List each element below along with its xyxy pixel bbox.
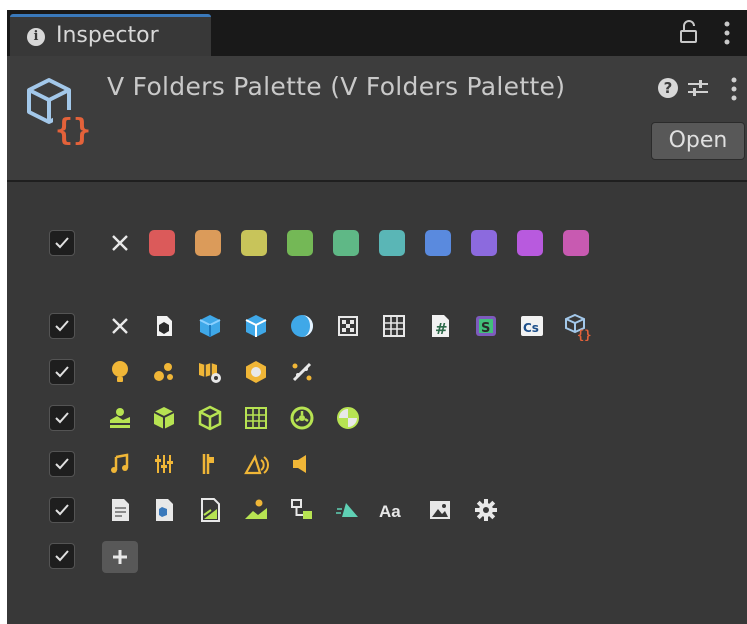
add-row — [7, 538, 747, 574]
color-swatch[interactable] — [517, 230, 543, 256]
cube-icon[interactable] — [195, 311, 225, 341]
wheel-icon[interactable] — [287, 403, 317, 433]
open-button[interactable]: Open — [651, 122, 745, 160]
scriptable-object-icon[interactable]: {} — [563, 311, 593, 342]
row-checkbox[interactable] — [49, 497, 75, 523]
color-swatch[interactable] — [563, 230, 589, 256]
svg-text:{}: {} — [577, 328, 591, 341]
cs-glyph: Cs — [523, 321, 539, 335]
audio-listener-icon[interactable] — [241, 449, 271, 479]
prefab-icon[interactable] — [149, 311, 179, 341]
cube-variant-icon[interactable] — [241, 311, 271, 341]
color-swatch[interactable] — [379, 230, 405, 256]
settings-gear-icon[interactable] — [471, 495, 501, 525]
none-icon[interactable] — [105, 228, 135, 258]
hash-glyph: # — [435, 320, 448, 338]
color-swatch[interactable] — [287, 230, 313, 256]
sparkle-icon[interactable] — [287, 357, 317, 387]
landscape-icon[interactable] — [241, 495, 271, 525]
plus-icon — [113, 550, 127, 564]
color-swatch[interactable] — [149, 230, 175, 256]
hierarchy-icon[interactable] — [287, 495, 317, 525]
light-icon[interactable] — [105, 357, 135, 387]
texture-icon[interactable] — [333, 311, 363, 341]
row-checkbox[interactable] — [49, 230, 75, 256]
row-checkbox[interactable] — [49, 405, 75, 431]
none-icon[interactable] — [105, 311, 135, 341]
icon-row: Aa — [7, 492, 747, 528]
color-swatch[interactable] — [241, 230, 267, 256]
image-doc-icon[interactable] — [195, 495, 225, 525]
text-file-icon[interactable] — [105, 495, 135, 525]
particle-icon[interactable] — [149, 357, 179, 387]
tab-title: Inspector — [56, 23, 159, 48]
document-icon[interactable] — [149, 495, 179, 525]
preset-sliders-icon[interactable] — [686, 76, 710, 100]
row-checkbox[interactable] — [49, 359, 75, 385]
row-checkbox[interactable] — [49, 451, 75, 477]
kebab-menu-icon[interactable] — [723, 20, 731, 52]
color-swatch[interactable] — [195, 230, 221, 256]
audio-source-icon[interactable] — [195, 449, 225, 479]
grid-icon[interactable] — [379, 311, 409, 341]
rigidbody-icon[interactable] — [149, 403, 179, 433]
picture-icon[interactable] — [425, 495, 455, 525]
help-icon[interactable]: ? — [658, 78, 678, 98]
shader-glyph: S — [481, 321, 490, 336]
scriptable-object-icon: {} — [25, 76, 93, 148]
color-swatch[interactable] — [471, 230, 497, 256]
palette-content: # S Cs {} Aa — [7, 182, 747, 624]
sphere-icon[interactable] — [287, 311, 317, 341]
icon-row — [7, 446, 747, 482]
color-row — [7, 225, 747, 261]
font-glyph: Aa — [379, 502, 401, 521]
audio-mixer-icon[interactable] — [149, 449, 179, 479]
tab-inspector[interactable]: i Inspector — [10, 14, 211, 56]
add-row-button[interactable] — [102, 541, 138, 573]
hexagon-icon[interactable] — [241, 357, 271, 387]
row-checkbox[interactable] — [49, 543, 75, 569]
font-icon[interactable]: Aa — [377, 495, 411, 525]
inspector-header: {} V Folders Palette (V Folders Palette)… — [7, 56, 747, 182]
svg-text:{}: {} — [55, 113, 91, 148]
speaker-icon[interactable] — [287, 449, 317, 479]
asset-title: V Folders Palette (V Folders Palette) — [107, 72, 566, 101]
terrain-icon[interactable] — [105, 403, 135, 433]
shader-icon[interactable]: S — [471, 311, 501, 341]
collider-icon[interactable] — [195, 403, 225, 433]
icon-row — [7, 354, 747, 390]
color-swatch[interactable] — [425, 230, 451, 256]
lock-icon[interactable] — [679, 20, 699, 50]
csharp-hash-icon[interactable]: # — [425, 311, 455, 341]
lightmap-icon[interactable] — [195, 357, 225, 387]
tab-bar: i Inspector — [7, 10, 747, 56]
mesh-grid-icon[interactable] — [241, 403, 271, 433]
info-icon: i — [27, 28, 45, 46]
physics-material-icon[interactable] — [333, 403, 363, 433]
icon-row: # S Cs {} — [7, 308, 747, 344]
audio-note-icon[interactable] — [105, 449, 135, 479]
row-checkbox[interactable] — [49, 313, 75, 339]
color-swatch[interactable] — [333, 230, 359, 256]
icon-row — [7, 400, 747, 436]
cs-script-icon[interactable]: Cs — [517, 311, 547, 341]
inspector-window: i Inspector {} V Folders Palette (V Fold… — [7, 10, 747, 624]
header-menu-icon[interactable] — [731, 76, 737, 102]
triangle-icon[interactable] — [333, 495, 363, 525]
